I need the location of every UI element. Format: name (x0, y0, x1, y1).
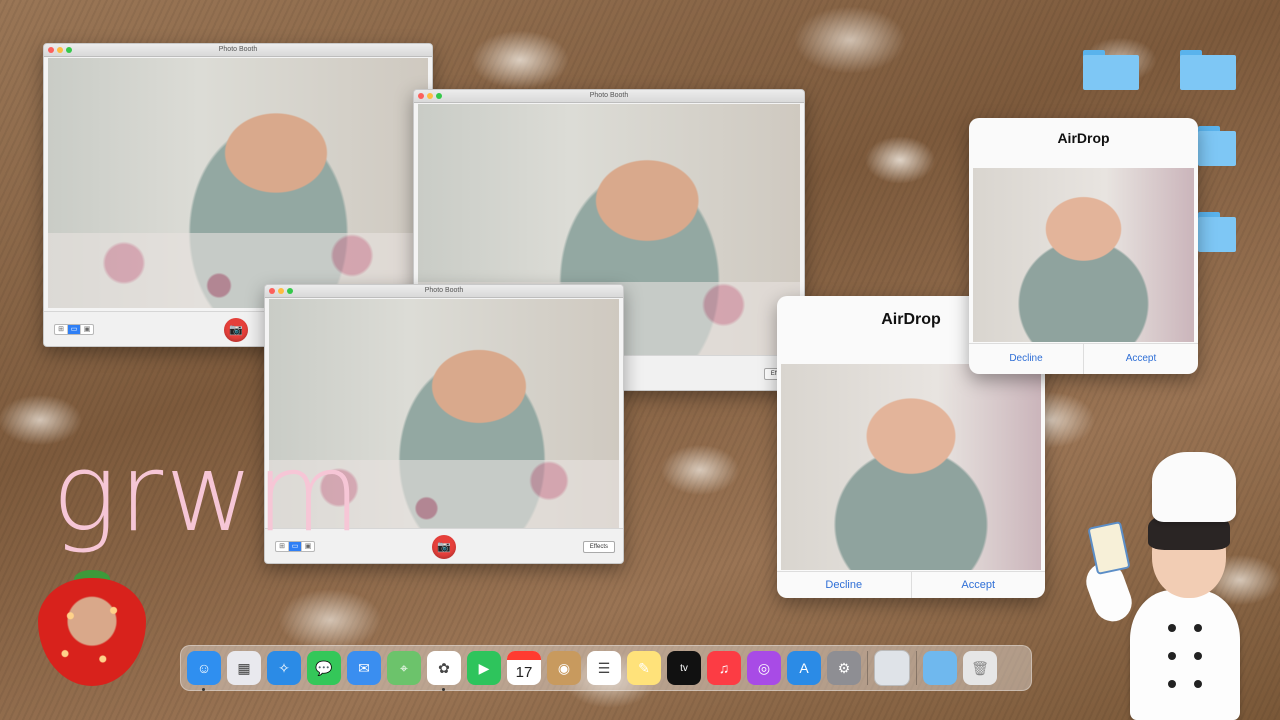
window-title: Photo Booth (218, 46, 258, 53)
window-titlebar[interactable]: Photo Booth (265, 285, 623, 298)
dock-finder-icon[interactable]: ☺ (187, 651, 221, 691)
zoom-button[interactable] (287, 288, 293, 294)
camera-preview (48, 58, 428, 308)
dock-safari-icon[interactable]: ✧ (267, 651, 301, 685)
decline-button[interactable]: Decline (969, 344, 1083, 374)
zoom-button[interactable] (436, 93, 442, 99)
grwm-overlay-text: grwm (52, 431, 363, 556)
dock-maps-icon[interactable]: ⌖ (387, 651, 421, 685)
dock-window-thumbnail[interactable] (874, 650, 910, 686)
effects-button[interactable]: Effects (582, 541, 615, 553)
fullscreen-view-icon[interactable]: ▣ (81, 325, 93, 334)
airdrop-actions: Decline Accept (777, 571, 1045, 598)
airdrop-photo-preview (973, 168, 1194, 342)
decline-button[interactable]: Decline (777, 572, 911, 598)
airdrop-title: AirDrop (1057, 130, 1110, 146)
camera-icon: 📷 (437, 541, 451, 553)
airdrop-card-2: AirDrop Decline Accept (969, 118, 1198, 374)
dock-trash-icon[interactable]: 🗑 (963, 651, 997, 685)
single-view-icon[interactable]: ▭ (68, 325, 81, 334)
dock-notes-icon[interactable]: ✎ (627, 651, 661, 685)
dock-calendar-icon[interactable]: 17 (507, 651, 541, 685)
dock-photos-icon[interactable]: ✿ (427, 651, 461, 691)
accept-button[interactable]: Accept (910, 572, 1046, 598)
minimize-button[interactable] (278, 288, 284, 294)
dock-launchpad-icon[interactable]: ▦ (227, 651, 261, 685)
airdrop-photo-preview (781, 364, 1041, 570)
dock-separator (867, 651, 868, 685)
dock-mail-icon[interactable]: ✉ (347, 651, 381, 685)
window-title: Photo Booth (589, 92, 629, 99)
dock-podcasts-icon[interactable]: ◎ (747, 651, 781, 685)
folder-icon[interactable] (1083, 50, 1139, 90)
dock-separator (916, 651, 917, 685)
shutter-button[interactable]: 📷 (432, 535, 456, 559)
view-mode-switcher: ⊞ ▭ ▣ (54, 324, 94, 335)
dock-messages-icon[interactable]: 💬 (307, 651, 341, 685)
close-button[interactable] (418, 93, 424, 99)
dock-reminders-icon[interactable]: ☰ (587, 651, 621, 685)
zoom-button[interactable] (66, 47, 72, 53)
window-titlebar[interactable]: Photo Booth (44, 44, 432, 57)
dock: ☺ ▦ ✧ 💬 ✉ ⌖ ✿ ▶ 17 ◉ ☰ ✎ tv ♫ ◎ A ⚙ 🗑 (180, 645, 1032, 691)
dock-music-icon[interactable]: ♫ (707, 651, 741, 685)
dock-app-store-icon[interactable]: A (787, 651, 821, 685)
camera-icon: 📷 (229, 324, 243, 336)
dock-system-preferences-icon[interactable]: ⚙ (827, 651, 861, 685)
folder-icon[interactable] (1198, 212, 1236, 252)
grid-view-icon[interactable]: ⊞ (55, 325, 68, 334)
chef-avatar-sticker (1080, 452, 1250, 720)
dock-finder-beige-icon[interactable]: ◉ (547, 651, 581, 685)
accept-button[interactable]: Accept (1083, 344, 1198, 374)
shutter-button[interactable]: 📷 (224, 318, 248, 342)
dock-facetime-icon[interactable]: ▶ (467, 651, 501, 685)
dock-folder-icon[interactable] (923, 651, 957, 685)
airdrop-actions: Decline Accept (969, 343, 1198, 374)
close-button[interactable] (269, 288, 275, 294)
minimize-button[interactable] (57, 47, 63, 53)
folder-icon[interactable] (1198, 126, 1236, 166)
folder-icon[interactable] (1180, 50, 1236, 90)
calendar-date: 17 (515, 663, 533, 681)
minimize-button[interactable] (427, 93, 433, 99)
close-button[interactable] (48, 47, 54, 53)
window-title: Photo Booth (424, 287, 464, 294)
dock-apple-tv-icon[interactable]: tv (667, 651, 701, 685)
chef-hat-icon (1152, 452, 1236, 522)
window-titlebar[interactable]: Photo Booth (414, 90, 804, 103)
